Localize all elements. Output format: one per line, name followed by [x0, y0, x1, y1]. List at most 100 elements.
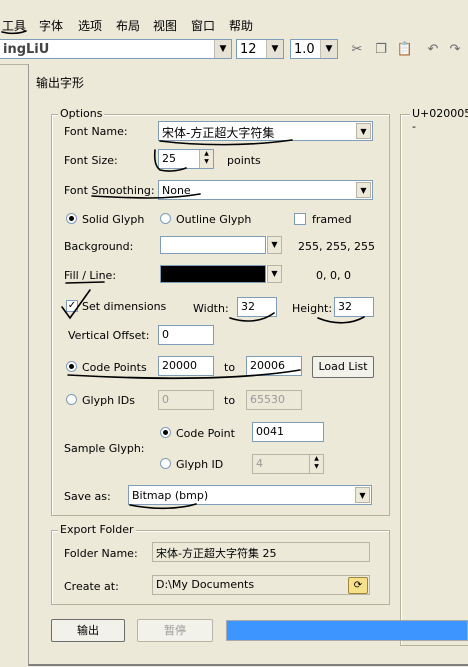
code-points-radio[interactable]	[66, 361, 77, 372]
copy-icon[interactable]: ❐	[372, 41, 390, 59]
font-name-select[interactable]: 宋体-方正超大字符集 ▼	[158, 121, 373, 141]
chevron-down-icon[interactable]: ▼	[267, 236, 282, 254]
folder-name-label: Folder Name:	[64, 547, 138, 560]
export-button[interactable]: 输出	[51, 619, 125, 642]
preview-panel-label: U+020005 -	[410, 107, 468, 133]
font-size-text: 12	[240, 42, 257, 57]
undo-icon[interactable]: ↶	[424, 41, 442, 59]
background-color-swatch[interactable]	[160, 236, 266, 254]
browse-folder-icon[interactable]: ⟳	[348, 577, 368, 594]
menu-font[interactable]: 字体	[39, 17, 63, 34]
options-group-label: Options	[58, 107, 105, 120]
cut-icon[interactable]: ✂	[348, 41, 366, 59]
background-color-dropdown[interactable]: ▼	[266, 236, 282, 254]
progress-fill	[227, 621, 467, 640]
sample-glyph-label: Sample Glyph:	[64, 442, 145, 455]
chevron-down-icon[interactable]: ▼	[267, 265, 282, 283]
chevron-down-icon[interactable]: ▼	[214, 40, 231, 58]
menu-window[interactable]: 窗口	[191, 17, 215, 34]
height-label: Height:	[292, 302, 333, 315]
save-as-value: Bitmap (bmp)	[132, 489, 209, 502]
line-spacing-text: 1.0	[294, 42, 315, 57]
load-list-button[interactable]: Load List	[312, 356, 374, 378]
outline-glyph-radio[interactable]	[160, 213, 171, 224]
smoothing-label: Font Smoothing:	[64, 184, 155, 197]
font-size-spinner[interactable]: ▲ ▼	[199, 150, 213, 168]
sample-code-point-radio[interactable]	[160, 427, 171, 438]
font-name-value: 宋体-方正超大字符集	[162, 126, 275, 140]
dialog-title: 输出字形	[36, 76, 85, 90]
width-value: 32	[241, 300, 255, 313]
menu-help[interactable]: 帮助	[229, 17, 253, 34]
fill-line-label: Fill / Line:	[64, 269, 117, 282]
redo-icon[interactable]: ↷	[446, 41, 464, 59]
sample-glyph-id-label: Glyph ID	[176, 458, 224, 471]
glyph-id-spinner[interactable]: ▲ ▼	[309, 455, 323, 473]
menu-layout[interactable]: 布局	[116, 17, 140, 34]
code-from-input[interactable]: 20000	[158, 356, 214, 376]
preview-panel	[400, 114, 468, 646]
chevron-down-icon[interactable]: ▼	[356, 123, 371, 139]
line-spacing-combo[interactable]: 1.0 ▼	[290, 39, 338, 59]
framed-label: framed	[312, 213, 352, 226]
sample-code-point-label: Code Point	[176, 427, 235, 440]
glyph-to-value: 65530	[250, 393, 285, 406]
glyph-from-value: 0	[162, 393, 169, 406]
background-rgb: 255, 255, 255	[298, 240, 375, 253]
width-label: Width:	[193, 302, 229, 315]
to-label: to	[224, 361, 236, 374]
solid-glyph-radio[interactable]	[66, 213, 77, 224]
create-at-value: D:\My Documents	[156, 578, 255, 591]
chevron-down-icon[interactable]: ▼	[266, 40, 283, 58]
sample-glyph-id-radio[interactable]	[160, 458, 171, 469]
folder-name-value: 宋体-方正超大字符集 25	[156, 547, 277, 560]
font-name-label: Font Name:	[64, 125, 128, 138]
chevron-down-icon[interactable]: ▼	[356, 182, 371, 198]
code-to-input[interactable]: 20006	[246, 356, 302, 376]
glyph-from-input[interactable]: 0	[158, 390, 214, 410]
font-size-label: Font Size:	[64, 154, 118, 167]
fill-rgb: 0, 0, 0	[316, 269, 351, 282]
glyph-to-label: to	[224, 394, 236, 407]
font-size-combo[interactable]: 12 ▼	[236, 39, 284, 59]
font-size-unit: points	[227, 154, 261, 167]
framed-checkbox[interactable]	[294, 213, 306, 225]
fill-color-swatch[interactable]	[160, 265, 266, 283]
font-name-text: ingLiU	[3, 42, 50, 57]
height-input[interactable]: 32	[334, 297, 374, 317]
chevron-down-icon[interactable]: ▼	[320, 40, 337, 58]
create-at-input[interactable]: D:\My Documents	[152, 575, 370, 595]
vertical-offset-input[interactable]: 0	[158, 325, 214, 345]
export-folder-label: Export Folder	[58, 523, 136, 536]
set-dimensions-checkbox[interactable]: ✓	[66, 300, 78, 312]
folder-name-input[interactable]: 宋体-方正超大字符集 25	[152, 542, 370, 562]
sample-code-point-input[interactable]: 0041	[252, 422, 324, 442]
set-dimensions-label: Set dimensions	[82, 300, 167, 313]
background-label: Background:	[64, 240, 134, 253]
menu-view[interactable]: 视图	[153, 17, 177, 34]
create-at-label: Create at:	[64, 580, 119, 593]
font-size-value: 25	[162, 152, 176, 165]
paste-icon[interactable]: 📋	[396, 41, 414, 59]
code-from-value: 20000	[162, 359, 197, 372]
progress-bar	[226, 620, 468, 641]
pause-button[interactable]: 暂停	[137, 619, 213, 642]
font-name-combo[interactable]: ingLiU ▼	[0, 39, 232, 59]
outline-glyph-label: Outline Glyph	[176, 213, 252, 226]
width-input[interactable]: 32	[237, 297, 277, 317]
menu-tools[interactable]: 工具	[2, 17, 26, 34]
vertical-offset-value: 0	[162, 328, 169, 341]
glyph-ids-label: Glyph IDs	[82, 394, 135, 407]
glyph-ids-radio[interactable]	[66, 394, 77, 405]
solid-glyph-label: Solid Glyph	[82, 213, 145, 226]
chevron-down-icon[interactable]: ▼	[355, 487, 370, 503]
save-as-label: Save as:	[64, 490, 111, 503]
menu-options[interactable]: 选项	[78, 17, 102, 34]
sample-code-point-value: 0041	[256, 425, 284, 438]
save-as-select[interactable]: Bitmap (bmp) ▼	[128, 485, 372, 505]
height-value: 32	[338, 300, 352, 313]
fill-color-dropdown[interactable]: ▼	[266, 265, 282, 283]
glyph-to-input[interactable]: 65530	[246, 390, 302, 410]
vertical-offset-label: Vertical Offset:	[68, 329, 150, 342]
smoothing-select[interactable]: None ▼	[158, 180, 373, 200]
